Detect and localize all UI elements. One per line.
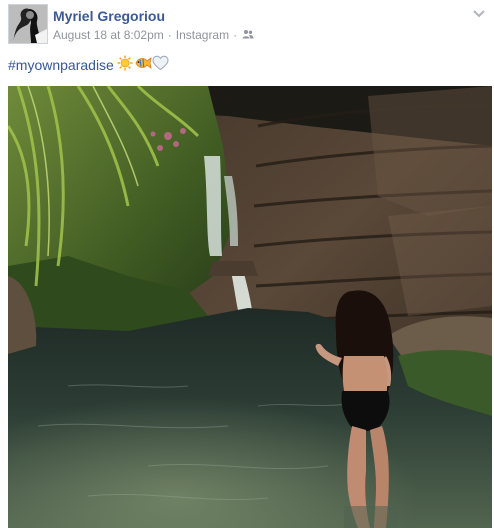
hashtag-link[interactable]: #myownparadise [8,57,114,73]
white-heart-emoji [152,55,169,74]
post-photo[interactable] [8,86,492,528]
meta-separator: · [233,28,238,42]
avatar-image [9,5,47,43]
facebook-post: Myriel Gregoriou August 18 at 8:02pm · I… [0,0,494,528]
chevron-down-icon[interactable] [472,6,486,18]
post-caption: #myownparadise [8,55,169,74]
author-avatar[interactable] [8,4,48,44]
post-header: Myriel Gregoriou August 18 at 8:02pm · I… [8,4,486,44]
post-meta: August 18 at 8:02pm · Instagram · [53,28,254,42]
photo-image [8,86,492,528]
friends-icon[interactable] [242,28,254,42]
author-name-link[interactable]: Myriel Gregoriou [53,8,165,24]
tropical-fish-emoji [134,55,152,74]
post-source[interactable]: Instagram [176,28,229,42]
meta-separator: · [167,28,172,42]
sun-emoji [117,55,133,74]
post-timestamp[interactable]: August 18 at 8:02pm [53,28,164,42]
